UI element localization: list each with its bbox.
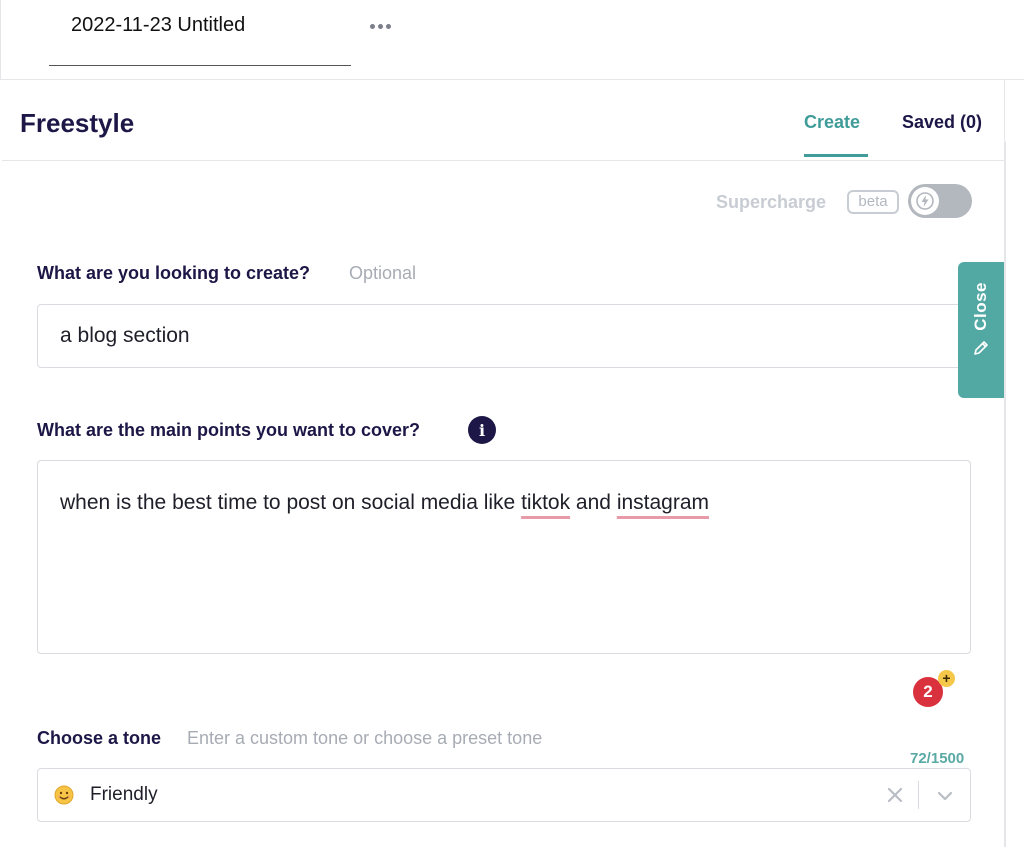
close-tab-content: Close (970, 282, 992, 382)
misspelled-word[interactable]: tiktok (521, 491, 570, 514)
tone-field-hint: Enter a custom tone or choose a preset t… (187, 728, 543, 748)
freestyle-panel: Freestyle Create Saved (0) Supercharge b… (2, 80, 1005, 847)
misspelled-word[interactable]: instagram (617, 491, 709, 514)
toggle-knob (911, 187, 939, 215)
beta-badge: beta (847, 190, 899, 214)
dot-icon (385, 23, 391, 29)
clear-icon[interactable] (884, 783, 906, 807)
smiley-face-icon (54, 785, 74, 805)
tone-field-label: Choose a tone (37, 728, 162, 748)
supercharge-toggle[interactable] (908, 184, 972, 218)
right-gutter (1005, 142, 1024, 847)
plus-icon: + (938, 670, 955, 687)
create-field-label: What are you looking to create? (37, 263, 311, 283)
chevron-down-icon[interactable] (934, 785, 956, 807)
pencil-icon (974, 340, 988, 355)
dot-icon (369, 23, 375, 29)
tab-saved[interactable]: Saved (0) (902, 112, 982, 133)
dot-icon (377, 23, 383, 29)
points-textarea[interactable]: when is the best time to post on social … (37, 460, 971, 654)
tone-selected-value: Friendly (90, 784, 158, 805)
panel-title: Freestyle (20, 108, 135, 138)
points-text: and (570, 491, 617, 514)
document-title[interactable]: 2022-11-23 Untitled (71, 14, 245, 37)
more-options-button[interactable] (367, 16, 393, 36)
supercharge-label: Supercharge (716, 192, 827, 212)
tab-create[interactable]: Create (804, 112, 860, 133)
info-icon[interactable]: i (468, 416, 496, 444)
tone-select[interactable]: Friendly (37, 768, 971, 822)
points-text: when is the best time to post on social … (60, 491, 522, 514)
active-tab-indicator (804, 154, 868, 157)
lightning-bolt-icon (916, 192, 934, 210)
document-title-underline (49, 65, 351, 66)
points-field-label: What are the main points you want to cov… (37, 420, 421, 440)
create-input[interactable]: a blog section (37, 304, 971, 368)
close-label: Close (971, 282, 990, 331)
create-field-hint: Optional (349, 263, 417, 283)
document-topbar: 2022-11-23 Untitled (0, 0, 1024, 80)
panel-header: Freestyle Create Saved (0) (2, 80, 1005, 161)
character-counter: 72/1500 (910, 750, 965, 767)
close-side-tab[interactable]: Close (958, 262, 1004, 398)
select-divider (918, 781, 919, 809)
